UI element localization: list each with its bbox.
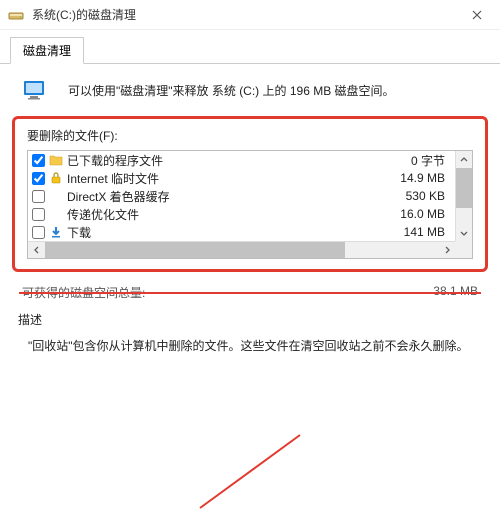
- files-label: 要删除的文件(F):: [27, 127, 473, 144]
- file-size: 530 KB: [406, 189, 451, 203]
- reclaim-value: 38.1 MB: [433, 284, 478, 301]
- file-list: 已下载的程序文件0 字节Internet 临时文件14.9 MBDirectX …: [27, 150, 473, 259]
- file-size: 16.0 MB: [400, 207, 451, 221]
- folder-icon: [49, 153, 63, 167]
- scroll-down-icon[interactable]: [456, 224, 472, 241]
- file-size: 141 MB: [404, 225, 451, 239]
- file-label: 传递优化文件: [67, 206, 400, 223]
- file-checkbox[interactable]: [32, 154, 45, 167]
- close-button[interactable]: [462, 0, 492, 30]
- scroll-thumb-horizontal[interactable]: [45, 242, 345, 258]
- description-label: 描述: [18, 311, 482, 328]
- scroll-thumb-vertical[interactable]: [456, 168, 472, 208]
- description-group: 描述 "回收站"包含你从计算机中删除的文件。这些文件在清空回收站之前不会永久删除…: [18, 311, 482, 356]
- tabbar: 磁盘清理: [0, 30, 500, 64]
- disk-cleanup-icon: [22, 78, 50, 102]
- summary-row: 可以使用"磁盘清理"来释放 系统 (C:) 上的 196 MB 磁盘空间。: [0, 64, 500, 114]
- scroll-up-icon[interactable]: [456, 151, 472, 168]
- blank-icon: [49, 207, 63, 221]
- vertical-scrollbar[interactable]: [455, 151, 472, 241]
- file-size: 14.9 MB: [400, 171, 451, 185]
- file-checkbox[interactable]: [32, 208, 45, 221]
- drive-icon: [8, 7, 24, 23]
- tab-disk-cleanup[interactable]: 磁盘清理: [10, 37, 84, 64]
- summary-text: 可以使用"磁盘清理"来释放 系统 (C:) 上的 196 MB 磁盘空间。: [68, 82, 395, 99]
- file-size: 0 字节: [411, 152, 451, 169]
- file-checkbox[interactable]: [32, 172, 45, 185]
- file-label: Internet 临时文件: [67, 170, 400, 187]
- file-checkbox[interactable]: [32, 226, 45, 239]
- file-label: DirectX 着色器缓存: [67, 188, 406, 205]
- file-row[interactable]: DirectX 着色器缓存530 KB: [28, 187, 455, 205]
- reclaim-label: 可获得的磁盘空间总量:: [22, 284, 145, 301]
- file-row[interactable]: 下载141 MB: [28, 223, 455, 241]
- file-label: 已下载的程序文件: [67, 152, 411, 169]
- file-row[interactable]: 传递优化文件16.0 MB: [28, 205, 455, 223]
- file-row[interactable]: Internet 临时文件14.9 MB: [28, 169, 455, 187]
- description-text: "回收站"包含你从计算机中删除的文件。这些文件在清空回收站之前不会永久删除。: [18, 336, 482, 356]
- file-label: 下载: [67, 224, 404, 241]
- reclaim-row: 可获得的磁盘空间总量: 38.1 MB: [0, 278, 500, 305]
- scroll-left-icon[interactable]: [28, 242, 45, 258]
- download-icon: [49, 225, 63, 239]
- scroll-corner: [455, 241, 472, 258]
- files-to-delete-section: 要删除的文件(F): 已下载的程序文件0 字节Internet 临时文件14.9…: [12, 116, 488, 272]
- titlebar: 系统(C:)的磁盘清理: [0, 0, 500, 30]
- lock-icon: [49, 171, 63, 185]
- file-checkbox[interactable]: [32, 190, 45, 203]
- scroll-right-icon[interactable]: [438, 242, 455, 258]
- window-title: 系统(C:)的磁盘清理: [32, 6, 462, 23]
- annotation-arrow: [190, 430, 310, 510]
- horizontal-scrollbar[interactable]: [28, 241, 455, 258]
- file-row[interactable]: 已下载的程序文件0 字节: [28, 151, 455, 169]
- blank-icon: [49, 189, 63, 203]
